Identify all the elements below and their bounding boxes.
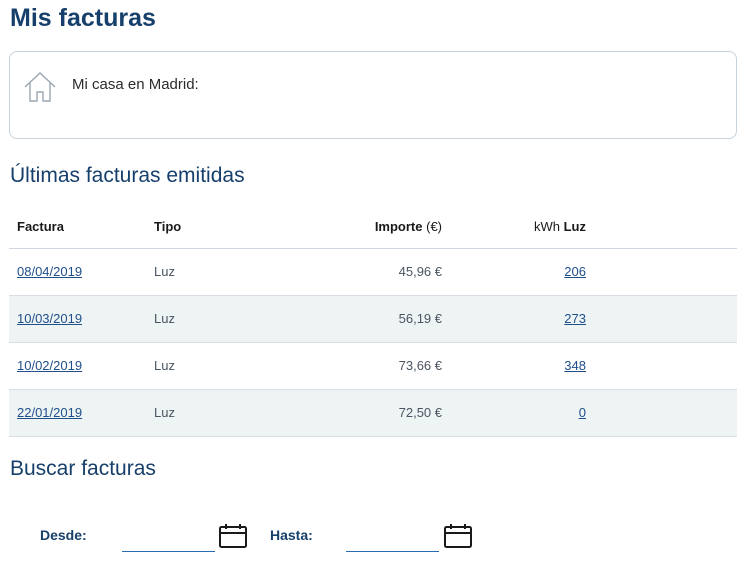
invoice-amount: 56,19 € — [294, 295, 442, 343]
invoices-section-title: Últimas facturas emitidas — [10, 164, 245, 187]
table-row: 10/03/2019 Luz 56,19 € 273 — [9, 295, 737, 343]
invoice-amount: 45,96 € — [294, 248, 442, 296]
from-date-label: Desde: — [40, 527, 87, 543]
invoice-type: Luz — [154, 342, 294, 390]
table-header-row: Factura Tipo Importe (€) kWh Luz — [9, 206, 737, 249]
search-section-title: Buscar facturas — [10, 457, 156, 480]
header-importe: Importe (€) — [294, 206, 442, 249]
invoice-kwh-link[interactable]: 206 — [564, 264, 586, 279]
invoice-amount: 72,50 € — [294, 389, 442, 437]
table-row: 08/04/2019 Luz 45,96 € 206 — [9, 248, 737, 296]
page-title: Mis facturas — [10, 4, 156, 32]
invoice-date-link[interactable]: 10/02/2019 — [17, 358, 82, 373]
invoice-amount: 73,66 € — [294, 342, 442, 390]
from-date-input[interactable] — [122, 522, 215, 552]
calendar-icon[interactable] — [443, 523, 473, 549]
table-row: 10/02/2019 Luz 73,66 € 348 — [9, 342, 737, 390]
invoice-kwh-link[interactable]: 348 — [564, 358, 586, 373]
calendar-icon[interactable] — [218, 523, 248, 549]
invoice-date-link[interactable]: 10/03/2019 — [17, 311, 82, 326]
header-kwh: kWh Luz — [442, 206, 586, 249]
invoice-type: Luz — [154, 389, 294, 437]
header-factura: Factura — [9, 206, 154, 249]
house-icon — [24, 72, 56, 102]
to-date-input[interactable] — [346, 522, 439, 552]
invoice-date-link[interactable]: 22/01/2019 — [17, 405, 82, 420]
invoices-table: Factura Tipo Importe (€) kWh Luz 08/04/2… — [9, 206, 737, 437]
invoice-kwh-link[interactable]: 0 — [579, 405, 586, 420]
header-tipo: Tipo — [154, 206, 294, 249]
invoice-kwh-link[interactable]: 273 — [564, 311, 586, 326]
address-label: Mi casa en Madrid: — [72, 76, 199, 93]
to-date-label: Hasta: — [270, 527, 313, 543]
invoice-date-link[interactable]: 08/04/2019 — [17, 264, 82, 279]
invoice-type: Luz — [154, 295, 294, 343]
table-row: 22/01/2019 Luz 72,50 € 0 — [9, 389, 737, 437]
invoice-type: Luz — [154, 248, 294, 296]
address-card: Mi casa en Madrid: — [9, 51, 737, 139]
